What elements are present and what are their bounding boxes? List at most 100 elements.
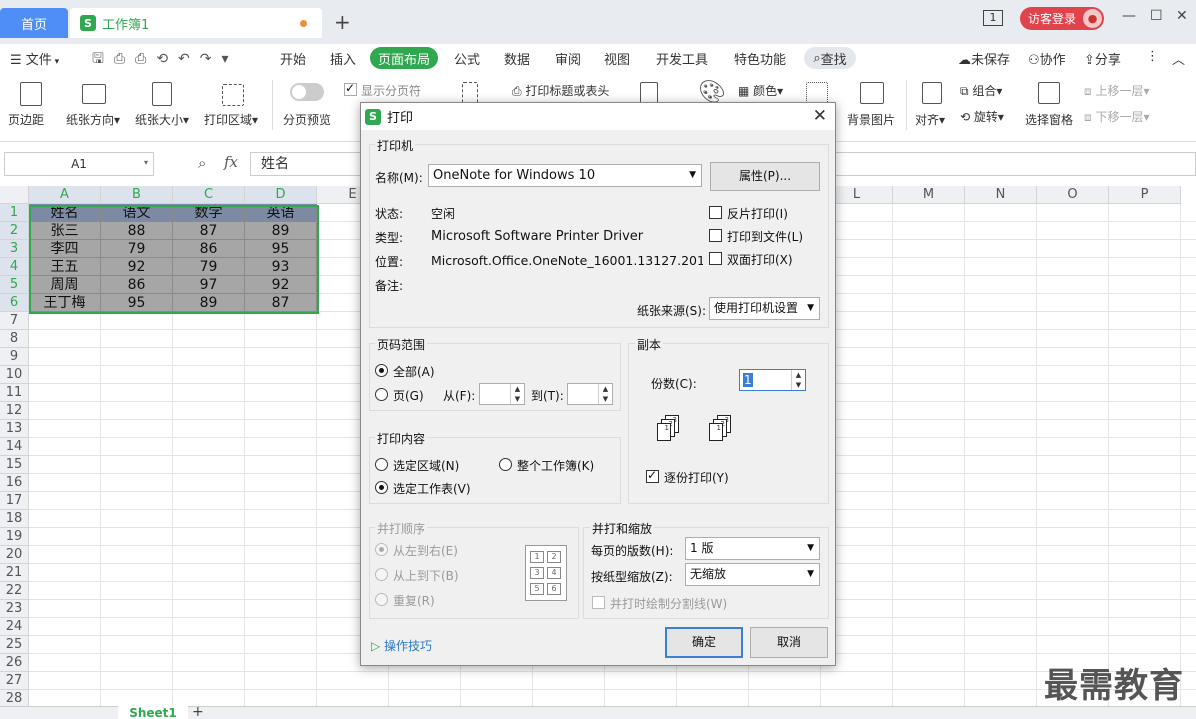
row-header[interactable]: 4 — [0, 258, 29, 276]
row-header[interactable]: 12 — [0, 402, 29, 420]
quick-access-icons[interactable]: 🖫⎙⎙⟲↶↷▾ — [92, 48, 239, 72]
row-header[interactable]: 1 — [0, 204, 29, 222]
to-spinner[interactable]: ▲ ▼ — [567, 383, 613, 405]
ok-button[interactable]: 确定 — [665, 627, 743, 658]
window-count-icon[interactable]: 1 — [983, 10, 1003, 26]
fx-icon[interactable]: fx — [224, 153, 238, 171]
collate-checkbox[interactable] — [646, 468, 659, 483]
column-header-o[interactable]: O — [1037, 186, 1109, 204]
tab-workbook[interactable]: S 工作簿1 — [70, 8, 322, 38]
align-button[interactable]: 对齐▾ — [915, 111, 945, 128]
more-icon[interactable]: ⋮ — [1146, 49, 1159, 64]
menu-item-formula[interactable]: 公式 — [454, 49, 480, 68]
print-titles-button[interactable]: ⎙ 打印标题或表头 — [512, 82, 609, 99]
row-header[interactable]: 15 — [0, 456, 29, 474]
duplex-checkbox[interactable] — [709, 252, 722, 265]
row-header[interactable]: 8 — [0, 330, 29, 348]
tips-link[interactable]: ▷ 操作技巧 — [371, 637, 432, 654]
row-header[interactable]: 19 — [0, 528, 29, 546]
column-header-a[interactable]: A — [29, 186, 101, 204]
add-tab-button[interactable]: + — [334, 10, 351, 34]
spinner-arrows-icon[interactable]: ▲ ▼ — [510, 384, 524, 404]
printer-name-select[interactable]: OneNote for Windows 10 ▼ — [428, 164, 702, 187]
row-header[interactable]: 2 — [0, 222, 29, 240]
spinner-arrows-icon[interactable]: ▲ ▼ — [791, 370, 805, 390]
row-header[interactable]: 18 — [0, 510, 29, 528]
from-spinner[interactable]: ▲ ▼ — [479, 383, 525, 405]
row-header[interactable]: 5 — [0, 276, 29, 294]
row-header[interactable]: 13 — [0, 420, 29, 438]
reverse-print-checkbox[interactable] — [709, 206, 722, 219]
active-sheet-radio[interactable] — [375, 481, 388, 494]
rotate-button[interactable]: ⟲ 旋转▾ — [960, 108, 1004, 125]
row-header[interactable]: 21 — [0, 564, 29, 582]
bg-image-button[interactable]: 背景图片 — [847, 111, 895, 128]
row-header[interactable]: 25 — [0, 636, 29, 654]
menu-item-developer[interactable]: 开发工具 — [656, 49, 708, 68]
row-header[interactable]: 28 — [0, 690, 29, 706]
name-box[interactable]: A1 — [4, 152, 154, 176]
workbook-radio[interactable] — [499, 458, 512, 471]
menu-item-home[interactable]: 开始 — [280, 49, 306, 68]
pages-per-sheet-select[interactable]: 1 版 ▼ — [685, 537, 820, 560]
row-header[interactable]: 11 — [0, 384, 29, 402]
print-area-button[interactable]: 打印区域▾ — [204, 111, 258, 128]
collab-button[interactable]: ⚇协作 — [1028, 49, 1066, 68]
range-all-radio[interactable] — [375, 364, 388, 377]
menu-item-insert[interactable]: 插入 — [330, 49, 356, 68]
spinner-arrows-icon[interactable]: ▲ ▼ — [598, 384, 612, 404]
column-header-m[interactable]: M — [893, 186, 965, 204]
row-header[interactable]: 3 — [0, 240, 29, 258]
row-header[interactable]: 9 — [0, 348, 29, 366]
cancel-button[interactable]: 取消 — [750, 627, 828, 658]
copies-spinner[interactable]: 1 ▲ ▼ — [739, 369, 806, 391]
show-page-breaks-checkbox[interactable] — [344, 81, 357, 96]
print-to-file-checkbox[interactable] — [709, 229, 722, 242]
row-header[interactable]: 16 — [0, 474, 29, 492]
sheet-tab-sheet1[interactable]: Sheet1 — [118, 706, 188, 719]
paper-size-button[interactable]: 纸张大小▾ — [135, 111, 189, 128]
select-pane-button[interactable]: 选择窗格 — [1025, 111, 1073, 128]
selection-radio[interactable] — [375, 458, 388, 471]
minimize-button[interactable]: — — [1122, 8, 1136, 24]
zoom-icon[interactable]: ⌕ — [198, 154, 206, 172]
row-header[interactable]: 10 — [0, 366, 29, 384]
row-header[interactable]: 20 — [0, 546, 29, 564]
file-menu[interactable]: ☰ 文件 ▾ — [10, 49, 59, 68]
share-button[interactable]: ⇪分享 — [1084, 49, 1121, 68]
left-to-right-radio[interactable] — [375, 543, 388, 556]
column-header-b[interactable]: B — [101, 186, 173, 204]
unsaved-button[interactable]: ☁未保存 — [958, 49, 1010, 68]
close-icon[interactable]: ✕ — [813, 106, 827, 126]
menu-item-review[interactable]: 审阅 — [555, 49, 581, 68]
collapse-ribbon-icon[interactable]: ︿ — [1172, 49, 1185, 68]
row-header[interactable]: 23 — [0, 600, 29, 618]
bring-forward-button[interactable]: ⧈ 上移一层▾ — [1084, 82, 1150, 99]
properties-button[interactable]: 属性(P)... — [710, 162, 820, 191]
row-header[interactable]: 26 — [0, 654, 29, 672]
colors-button[interactable]: ▦ 颜色▾ — [738, 82, 783, 99]
column-header-c[interactable]: C — [173, 186, 245, 204]
menu-item-features[interactable]: 特色功能 — [734, 49, 786, 68]
column-header-p[interactable]: P — [1109, 186, 1181, 204]
menu-item-page-layout[interactable]: 页面布局 — [370, 47, 438, 69]
row-header[interactable]: 14 — [0, 438, 29, 456]
range-pages-radio[interactable] — [375, 388, 388, 401]
orientation-button[interactable]: 纸张方向▾ — [66, 111, 120, 128]
row-header[interactable]: 27 — [0, 672, 29, 690]
scale-select[interactable]: 无缩放 ▼ — [685, 563, 820, 586]
paper-source-select[interactable]: 使用打印机设置 ▼ — [709, 297, 820, 320]
namebox-dropdown-icon[interactable]: ▾ — [144, 158, 148, 167]
menu-item-view[interactable]: 视图 — [604, 49, 630, 68]
margins-button[interactable]: 页边距 — [8, 111, 44, 128]
row-header[interactable]: 6 — [0, 294, 29, 312]
row-header[interactable]: 17 — [0, 492, 29, 510]
row-header[interactable]: 22 — [0, 582, 29, 600]
column-header-n[interactable]: N — [965, 186, 1037, 204]
menu-item-data[interactable]: 数据 — [504, 49, 530, 68]
add-sheet-button[interactable]: + — [192, 704, 204, 719]
page-preview-toggle[interactable] — [290, 83, 324, 101]
close-window-button[interactable]: ✕ — [1176, 8, 1188, 24]
column-header-d[interactable]: D — [245, 186, 317, 204]
restore-button[interactable]: ☐ — [1150, 8, 1163, 24]
